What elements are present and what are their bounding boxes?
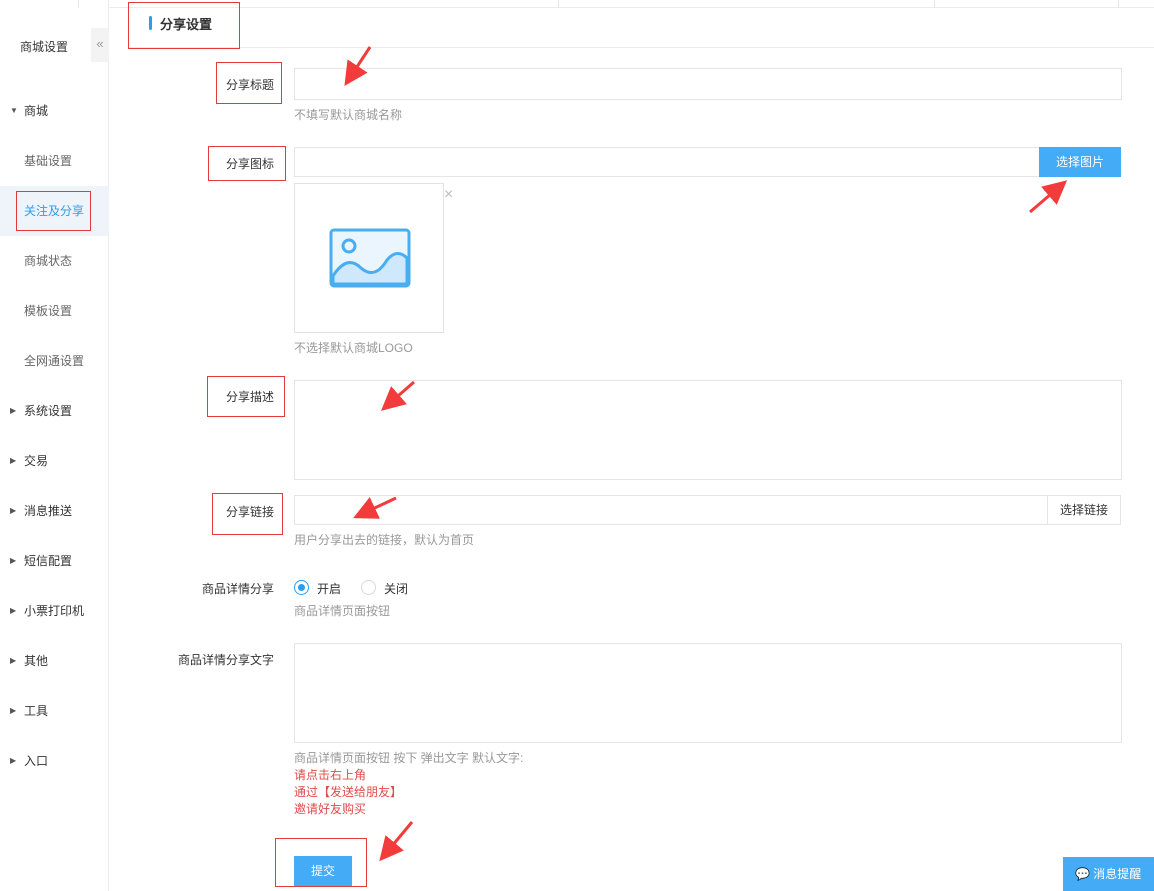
caret-right-icon: ▶ <box>10 556 17 565</box>
radio-on-label[interactable]: 开启 <box>317 580 341 597</box>
nav-group-trade[interactable]: ▶ 交易 <box>0 436 109 486</box>
section-header: 分享设置 <box>129 8 1154 48</box>
nav-label: 关注及分享 <box>24 204 85 218</box>
nav-label: 工具 <box>24 704 49 718</box>
radio-on[interactable] <box>294 580 309 595</box>
nav-label: 入口 <box>24 754 49 768</box>
share-link-hint: 用户分享出去的链接，默认为首页 <box>294 533 475 547</box>
caret-right-icon: ▶ <box>10 456 17 465</box>
select-image-button[interactable]: 选择图片 <box>1039 147 1121 177</box>
nav-item-follow-share[interactable]: 关注及分享 <box>0 186 109 236</box>
nav-label: 商城状态 <box>24 254 73 268</box>
arrow-icon <box>1029 180 1068 214</box>
nav-group-sms[interactable]: ▶ 短信配置 <box>0 536 109 586</box>
top-divider <box>1118 0 1119 8</box>
caret-right-icon: ▶ <box>10 756 17 765</box>
page-title: 分享设置 <box>160 17 213 32</box>
default-text-line: 邀请好友购买 <box>294 802 367 816</box>
nav-label: 全网通设置 <box>24 354 85 368</box>
top-strip <box>109 0 1154 8</box>
nav-label: 小票打印机 <box>24 604 85 618</box>
top-divider <box>934 0 935 8</box>
nav-label: 短信配置 <box>24 554 73 568</box>
collapse-sidebar-button[interactable]: « <box>91 28 109 62</box>
share-icon-label: 分享图标 <box>225 157 274 171</box>
detail-share-text-hint: 商品详情页面按钮 按下 弹出文字 默认文字: <box>294 751 524 765</box>
sidebar-title: 商城设置 <box>19 40 68 54</box>
share-title-hint: 不填写默认商城名称 <box>294 108 403 122</box>
nav-label: 商城 <box>24 104 49 118</box>
share-desc-label: 分享描述 <box>225 390 274 404</box>
accent-bar <box>149 16 152 30</box>
default-text-line: 通过【发送给朋友】 <box>294 785 403 799</box>
caret-right-icon: ▶ <box>10 706 17 715</box>
nav-group-entry[interactable]: ▶ 入口 <box>0 736 109 786</box>
image-preview <box>294 183 444 333</box>
caret-down-icon: ▼ <box>10 106 18 115</box>
radio-off[interactable] <box>361 580 376 595</box>
radio-off-label[interactable]: 关闭 <box>384 580 408 597</box>
share-desc-textarea[interactable] <box>294 380 1122 480</box>
nav-item-omni-settings[interactable]: 全网通设置 <box>0 336 109 386</box>
share-title-label: 分享标题 <box>225 78 274 92</box>
top-divider <box>558 0 559 8</box>
top-divider <box>78 0 79 8</box>
nav-label: 系统设置 <box>24 404 73 418</box>
share-icon-hint: 不选择默认商城LOGO <box>294 341 413 355</box>
nav-group-mall[interactable]: ▼ 商城 <box>0 86 109 136</box>
detail-share-label: 商品详情分享 <box>201 582 274 596</box>
chat-icon: 💬 <box>1075 867 1090 881</box>
nav-item-mall-status[interactable]: 商城状态 <box>0 236 109 286</box>
sidebar: 商城设置 « ▼ 商城 基础设置 关注及分享 商城状态 模板设置 全网通设置 ▶… <box>0 0 109 891</box>
image-placeholder-icon <box>329 228 411 288</box>
share-link-label: 分享链接 <box>225 505 274 519</box>
share-icon-input[interactable] <box>294 147 1040 177</box>
nav-group-tools[interactable]: ▶ 工具 <box>0 686 109 736</box>
nav-label: 模板设置 <box>24 304 73 318</box>
arrow-icon <box>379 821 414 862</box>
nav-label: 交易 <box>24 454 49 468</box>
default-text-line: 请点击右上角 <box>294 768 367 782</box>
share-title-input[interactable] <box>294 68 1122 100</box>
share-link-input[interactable] <box>294 495 1048 525</box>
submit-button[interactable]: 提交 <box>294 856 352 886</box>
remove-image-icon[interactable]: × <box>444 186 453 204</box>
detail-share-text-textarea[interactable] <box>294 643 1122 743</box>
select-link-button[interactable]: 选择链接 <box>1047 495 1121 525</box>
detail-share-text-label: 商品详情分享文字 <box>177 653 274 667</box>
detail-share-hint: 商品详情页面按钮 <box>294 604 391 618</box>
message-reminder-button[interactable]: 💬 消息提醒 <box>1063 857 1154 891</box>
message-reminder-label: 消息提醒 <box>1093 867 1142 881</box>
nav-item-template-settings[interactable]: 模板设置 <box>0 286 109 336</box>
